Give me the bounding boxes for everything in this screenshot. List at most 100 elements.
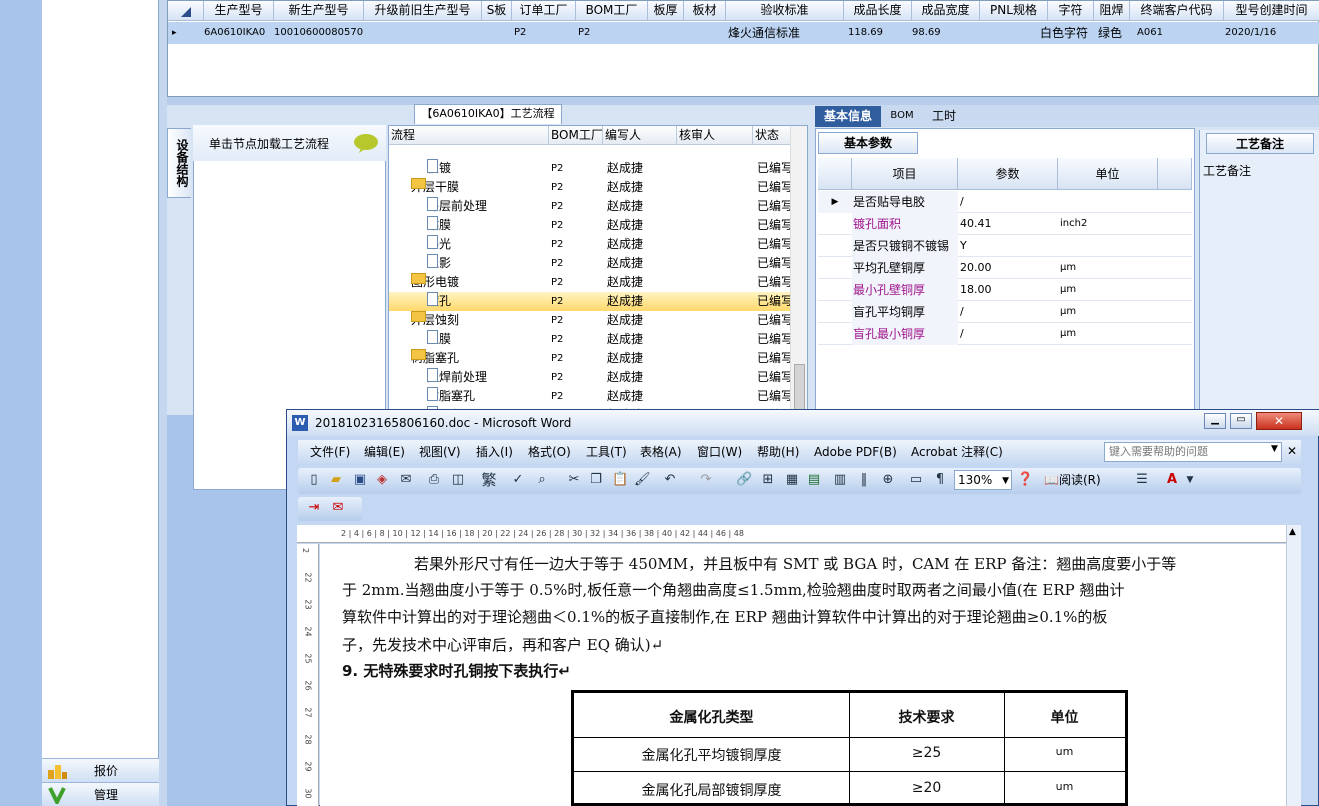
tab-bom[interactable]: BOM bbox=[884, 106, 920, 127]
email-icon[interactable]: ✉ bbox=[398, 472, 414, 488]
print-icon[interactable]: ⎙ bbox=[426, 472, 442, 488]
col-header[interactable]: 项目 bbox=[852, 158, 958, 190]
permission-icon[interactable]: ◈ bbox=[374, 472, 390, 488]
tree-node[interactable]: −图形电镀 bbox=[411, 273, 459, 292]
tree-node[interactable]: 镀孔 bbox=[427, 292, 451, 311]
tree-row[interactable]: 贴膜 P2 赵成捷 已编写 bbox=[389, 216, 793, 235]
col-header[interactable]: 字符 bbox=[1048, 1, 1094, 21]
tree-node[interactable]: 板镀 bbox=[427, 159, 451, 178]
col-header[interactable]: 阻焊 bbox=[1094, 1, 1130, 21]
col-header[interactable]: 核审人 bbox=[677, 126, 753, 145]
open-icon[interactable]: ▰ bbox=[328, 472, 344, 488]
tree-row[interactable]: 外层前处理 P2 赵成捷 已编写 bbox=[389, 197, 793, 216]
col-header[interactable]: 编写人 bbox=[603, 126, 677, 145]
save-icon[interactable]: ▣ bbox=[352, 472, 368, 488]
tree-row[interactable]: 镀孔 P2 赵成捷 已编写 bbox=[389, 292, 793, 311]
tree-node[interactable]: 贴膜 bbox=[427, 216, 451, 235]
zoom-select[interactable]: 130% ▼ bbox=[954, 470, 1012, 490]
tree-row[interactable]: 板镀 P2 赵成捷 已编写 bbox=[389, 159, 793, 178]
menu-item[interactable]: 格式(O) bbox=[528, 444, 571, 461]
scroll-up-icon[interactable]: ▲ bbox=[1289, 527, 1296, 537]
tree-node[interactable]: 树脂塞孔 bbox=[427, 387, 475, 406]
param-row[interactable]: 盲孔最小铜厚 / μm bbox=[818, 323, 1192, 345]
tree-node[interactable]: 外层前处理 bbox=[427, 197, 487, 216]
col-header[interactable]: 板厚 bbox=[648, 1, 684, 21]
col-header[interactable]: 型号创建时间 bbox=[1224, 1, 1319, 21]
tree-node[interactable]: −树脂塞孔 bbox=[411, 349, 459, 368]
param-value[interactable]: / bbox=[960, 191, 964, 213]
traditional-chinese-icon[interactable]: 繁 bbox=[478, 472, 500, 488]
maximize-button[interactable]: ▭ bbox=[1230, 413, 1252, 429]
menu-item[interactable]: 插入(I) bbox=[476, 444, 513, 461]
param-row[interactable]: 镀孔面积 40.41 inch2 bbox=[818, 213, 1192, 235]
tab-basic-params[interactable]: 基本参数 bbox=[818, 132, 918, 154]
paragraph-line[interactable]: 子，先发技术中心评审后，再和客户 EQ 确认)↵ bbox=[342, 632, 1250, 658]
col-header[interactable]: 状态 bbox=[753, 126, 793, 145]
cut-icon[interactable]: ✂ bbox=[566, 472, 582, 488]
show-hide-icon[interactable]: ¶ bbox=[932, 472, 948, 488]
param-row[interactable]: ▶ 是否贴导电胶 / bbox=[818, 191, 1192, 213]
hyperlink-icon[interactable]: 🔗 bbox=[736, 472, 752, 488]
param-value[interactable]: 20.00 bbox=[960, 257, 992, 279]
col-header[interactable]: 成品长度 bbox=[844, 1, 912, 21]
spelling-icon[interactable]: ✓ bbox=[510, 472, 526, 488]
word-scrollbar[interactable]: ▲ bbox=[1286, 525, 1301, 806]
pdf-email-icon[interactable]: ✉ bbox=[330, 500, 346, 516]
menu-item[interactable]: 窗口(W) bbox=[697, 444, 742, 461]
read-button[interactable]: 📖阅读(R) bbox=[1044, 470, 1108, 490]
copper-table[interactable]: 金属化孔类型 技术要求 单位 金属化孔平均镀铜厚度 ≥25 um 金属化孔局部镀… bbox=[571, 690, 1128, 806]
tree-node[interactable]: 退膜 bbox=[427, 330, 451, 349]
scroll-thumb[interactable] bbox=[794, 364, 805, 412]
col-header[interactable]: 成品宽度 bbox=[912, 1, 980, 21]
tab-process-notes[interactable]: 工艺备注 bbox=[1206, 133, 1314, 154]
tab-basic-info[interactable]: 基本信息 bbox=[815, 106, 881, 127]
col-header[interactable]: 单位 bbox=[1058, 158, 1158, 190]
tree-row[interactable]: −图形电镀 P2 赵成捷 已编写 bbox=[389, 273, 793, 292]
menu-item[interactable]: Adobe PDF(B) bbox=[814, 444, 897, 461]
redo-icon[interactable]: ↷ bbox=[698, 472, 714, 488]
tree-node[interactable]: 曝光 bbox=[427, 235, 451, 254]
styles-icon[interactable]: ☰ bbox=[1134, 472, 1150, 488]
pdf-convert-icon[interactable]: ⇥ bbox=[306, 500, 322, 516]
help-search-input[interactable]: 键入需要帮助的问题 bbox=[1104, 442, 1282, 462]
undo-icon[interactable]: ↶ bbox=[662, 472, 678, 488]
param-row[interactable]: 平均孔壁铜厚 20.00 μm bbox=[818, 257, 1192, 279]
new-icon[interactable]: ▯ bbox=[306, 472, 322, 488]
help-dropdown-icon[interactable]: ▼ bbox=[1271, 444, 1278, 454]
col-header[interactable]: 生产型号 bbox=[204, 1, 274, 21]
col-header[interactable]: 板材 bbox=[684, 1, 726, 21]
help-icon[interactable]: ❓ bbox=[1017, 472, 1033, 488]
param-row[interactable]: 是否只镀铜不镀锡 Y bbox=[818, 235, 1192, 257]
tree-row[interactable]: 显影 P2 赵成捷 已编写 bbox=[389, 254, 793, 273]
horizontal-splitter[interactable] bbox=[167, 97, 1319, 105]
section-heading[interactable]: 9. 无特殊要求时孔铜按下表执行↵ bbox=[342, 658, 1250, 684]
menu-item[interactable]: 视图(V) bbox=[419, 444, 461, 461]
minimize-button[interactable]: ▁ bbox=[1204, 413, 1226, 429]
col-header[interactable]: 终端客户代码 bbox=[1130, 1, 1224, 21]
menu-item[interactable]: 编辑(E) bbox=[364, 444, 405, 461]
tree-row[interactable]: 阻焊前处理 P2 赵成捷 已编写 bbox=[389, 368, 793, 387]
tab-hours[interactable]: 工时 bbox=[924, 106, 964, 127]
font-color-dropdown-icon[interactable]: ▼ bbox=[1182, 472, 1198, 488]
tree-row[interactable]: −外层蚀刻 P2 赵成捷 已编写 bbox=[389, 311, 793, 330]
param-row[interactable]: 最小孔壁铜厚 18.00 μm bbox=[818, 279, 1192, 301]
col-header[interactable]: PNL规格 bbox=[980, 1, 1048, 21]
tree-scrollbar[interactable] bbox=[790, 126, 807, 415]
tree-row[interactable]: −树脂塞孔 P2 赵成捷 已编写 bbox=[389, 349, 793, 368]
col-header[interactable]: 升级前旧生产型号 bbox=[364, 1, 482, 21]
param-value[interactable]: / bbox=[960, 323, 964, 345]
copy-icon[interactable]: ❐ bbox=[588, 472, 604, 488]
nav-quote-button[interactable]: 报价 bbox=[42, 758, 159, 782]
col-header[interactable]: 参数 bbox=[958, 158, 1058, 190]
document-map-icon[interactable]: ⊕ bbox=[880, 472, 896, 488]
speech-bubble-icon[interactable] bbox=[353, 133, 379, 153]
tree-row[interactable]: 曝光 P2 赵成捷 已编写 bbox=[389, 235, 793, 254]
col-header[interactable]: 验收标准 bbox=[726, 1, 844, 21]
menu-item[interactable]: 帮助(H) bbox=[757, 444, 799, 461]
col-header[interactable]: BOM工厂 bbox=[576, 1, 648, 21]
columns-icon[interactable]: ▥ bbox=[832, 472, 848, 488]
doc-close-icon[interactable]: ✕ bbox=[1287, 444, 1297, 458]
horizontal-ruler[interactable]: 2 | 4 | 6 | 8 | 10 | 12 | 14 | 16 | 18 |… bbox=[297, 525, 1301, 543]
tree-node[interactable]: −外层干膜 bbox=[411, 178, 459, 197]
tree-row[interactable]: 树脂塞孔 P2 赵成捷 已编写 bbox=[389, 387, 793, 406]
